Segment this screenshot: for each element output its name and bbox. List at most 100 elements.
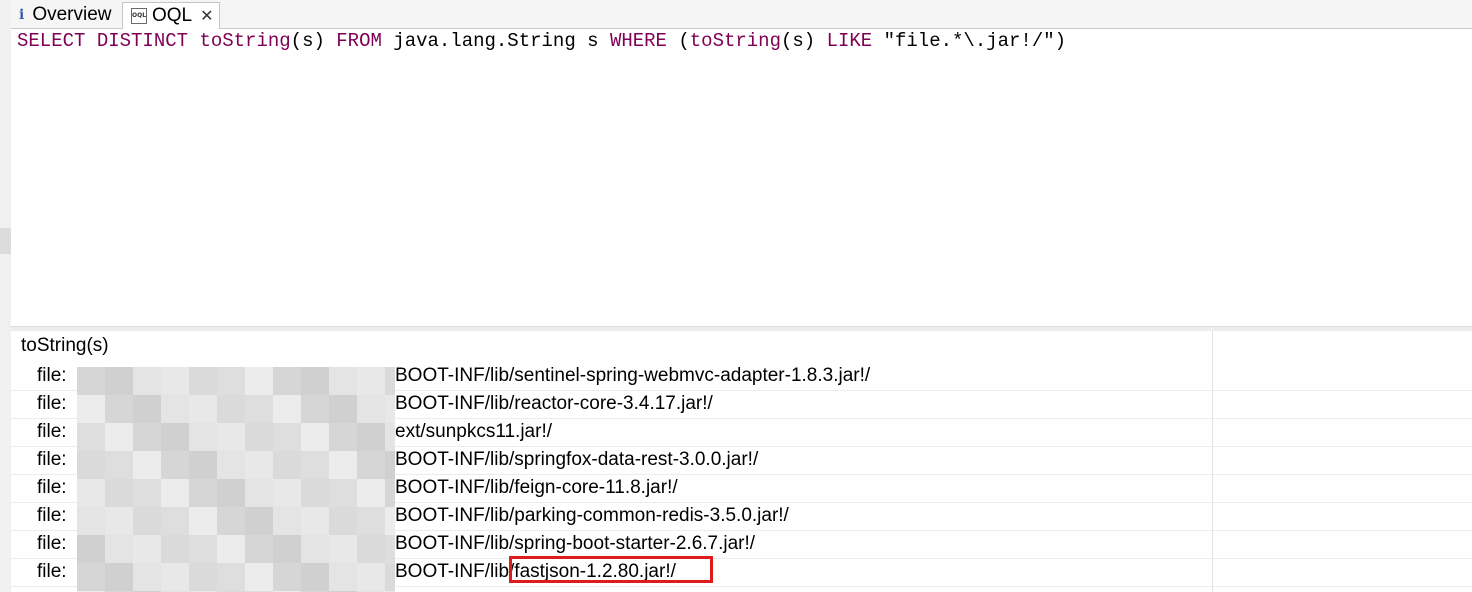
redaction-block [133,535,161,563]
redaction-block [77,479,105,507]
redaction-block [77,367,105,395]
redaction-block [217,367,245,395]
redaction-block [217,535,245,563]
redaction-block [189,563,217,591]
redaction-block [385,423,395,451]
row-prefix: file: [37,393,67,414]
redaction-block [301,479,329,507]
highlight-annotation-box [509,556,713,583]
redaction-block [385,563,395,591]
redaction-block [357,395,385,423]
redaction-block [161,563,189,591]
redacted-path-region [77,367,395,592]
redaction-block [189,367,217,395]
redaction-block [189,507,217,535]
redaction-block [189,535,217,563]
redaction-block [217,563,245,591]
tab-overview-label: Overview [32,4,112,25]
oql-query-text[interactable]: SELECT DISTINCT toString(s) FROM java.la… [17,30,1066,52]
redaction-block [273,423,301,451]
redaction-block [357,451,385,479]
redaction-block [189,451,217,479]
redaction-block [385,535,395,563]
redaction-block [77,395,105,423]
left-frame-marker [0,228,11,254]
redaction-block [245,451,273,479]
redaction-block [301,507,329,535]
redaction-block [385,367,395,395]
redaction-block [357,423,385,451]
row-prefix: file: [37,505,67,526]
redaction-block [329,367,357,395]
query-token-str: "file.*\.jar!/") [872,30,1067,52]
row-value: BOOT-INF/lib/reactor-core-3.4.17.jar!/ [395,393,713,414]
row-value: ext/sunpkcs11.jar!/ [395,421,553,442]
oql-query-editor[interactable]: SELECT DISTINCT toString(s) FROM java.la… [11,29,1472,326]
redaction-block [273,395,301,423]
query-token-kw: DISTINCT [96,30,189,52]
close-icon[interactable]: ✕ [200,6,213,26]
query-token-fn: toString [199,30,291,52]
row-value: BOOT-INF/lib/springfox-data-rest-3.0.0.j… [395,449,759,470]
redaction-block [77,423,105,451]
redaction-block [217,507,245,535]
oql-file-icon: OQL [131,8,147,24]
redaction-block [385,479,395,507]
redaction-block [385,507,395,535]
row-prefix: file: [37,449,67,470]
tab-overview[interactable]: i Overview [11,2,121,28]
redaction-block [273,507,301,535]
redaction-block [189,395,217,423]
redaction-block [105,563,133,591]
redaction-block [189,423,217,451]
redaction-block [329,507,357,535]
redaction-block [329,563,357,591]
redaction-block [77,563,105,591]
redaction-block [357,535,385,563]
row-prefix: file: [37,365,67,386]
redaction-block [329,535,357,563]
redaction-block [245,395,273,423]
redaction-block [105,507,133,535]
redaction-block [133,451,161,479]
redaction-block [161,451,189,479]
redaction-block [329,423,357,451]
redaction-block [133,563,161,591]
redaction-block [329,479,357,507]
redaction-block [245,563,273,591]
redaction-block [301,367,329,395]
tab-oql[interactable]: OQL OQL ✕ [122,2,220,29]
redaction-block [133,479,161,507]
row-prefix: file: [37,533,67,554]
redaction-block [77,535,105,563]
redaction-block [217,451,245,479]
redaction-block [133,367,161,395]
redaction-block [357,479,385,507]
redaction-block [273,367,301,395]
query-token-fn: toString [689,30,781,52]
redaction-block [273,563,301,591]
query-token-plain: (s) [290,30,337,52]
query-token-kw: LIKE [826,30,873,52]
results-table: toString(s) file: BOOT-INF/lib/sentinel-… [11,331,1472,592]
redaction-block [105,451,133,479]
redaction-block [105,535,133,563]
column-header-tostring[interactable]: toString(s) [21,335,109,357]
redaction-block [301,423,329,451]
redaction-block [245,423,273,451]
redaction-block [357,367,385,395]
redaction-block [133,395,161,423]
redaction-block [357,563,385,591]
redaction-block [217,423,245,451]
redaction-block [301,395,329,423]
query-token-kw: FROM [336,30,382,52]
redaction-block [77,451,105,479]
row-prefix: file: [37,421,67,442]
redaction-block [273,535,301,563]
query-token-plain [85,30,96,52]
tab-oql-label: OQL [152,5,193,26]
redaction-block [105,479,133,507]
row-value: BOOT-INF/lib/parking-common-redis-3.5.0.… [395,505,789,526]
redaction-block [385,395,395,423]
redaction-block [301,535,329,563]
